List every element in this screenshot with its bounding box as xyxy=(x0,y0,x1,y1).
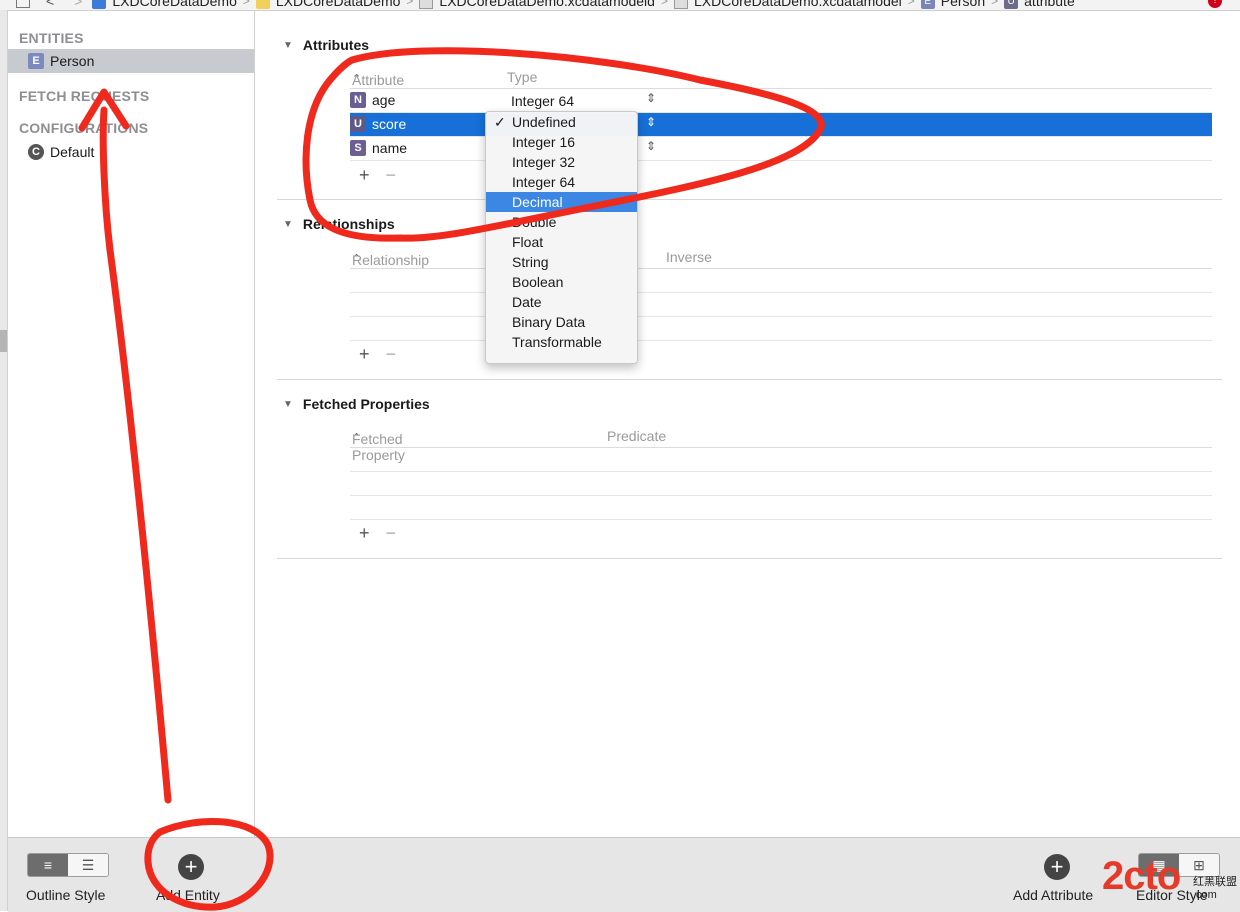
dropdown-option-undefined[interactable]: ✓ Undefined xyxy=(486,112,637,132)
outline-style-label: Outline Style xyxy=(26,887,106,903)
breadcrumb-item-person[interactable]: E Person xyxy=(920,0,985,10)
dropdown-option[interactable]: String xyxy=(486,252,637,272)
watermark-logo: 2cto xyxy=(1102,854,1181,898)
outline-style-segmented-control[interactable]: ≡ ☰ xyxy=(27,853,109,877)
relationships-table: Relationship ⌃ Inverse xyxy=(350,246,1212,341)
bottom-toolbar: ≡ ☰ Outline Style + Add Entity + Add Att… xyxy=(8,837,1240,912)
remove-relationship-minus-button[interactable]: − xyxy=(386,344,397,365)
breadcrumb-item-folder[interactable]: LXDCoreDataDemo xyxy=(255,0,400,10)
entities-heading: ENTITIES xyxy=(19,30,84,46)
type-dropdown-menu: ✓ Undefined Integer 16 Integer 32 Integer… xyxy=(485,111,638,364)
attributes-add-remove: + − xyxy=(359,165,396,186)
col-attribute[interactable]: Attribute ⌃ xyxy=(352,69,404,88)
breadcrumb-bar: < > LXDCoreDataDemo > LXDCoreDataDemo > … xyxy=(0,0,1240,11)
entity-icon: E xyxy=(920,0,935,10)
fetched-column-header: Fetched Property ⌃ Predicate xyxy=(350,425,1212,463)
dropdown-option[interactable]: Binary Data xyxy=(486,312,637,332)
dropdown-option[interactable]: Integer 64 xyxy=(486,172,637,192)
sidebar-item-person[interactable]: E Person xyxy=(8,49,254,73)
breadcrumb: < > LXDCoreDataDemo > LXDCoreDataDemo > … xyxy=(0,0,1075,10)
dropdown-option-decimal[interactable]: Decimal xyxy=(486,192,637,212)
col-fetched-property[interactable]: Fetched Property ⌃ xyxy=(352,428,405,463)
hierarchy-view-icon[interactable]: ☰ xyxy=(68,854,108,876)
project-icon xyxy=(92,0,107,10)
col-predicate[interactable]: Predicate xyxy=(607,428,666,444)
back-arrow-icon[interactable]: < xyxy=(46,0,54,9)
remove-attribute-minus-button[interactable]: − xyxy=(386,165,397,186)
watermark-subtext: 红黑联盟 .com xyxy=(1193,876,1237,901)
col-inverse[interactable]: Inverse xyxy=(666,249,712,265)
dropdown-option[interactable]: Float xyxy=(486,232,637,252)
stepper-icon[interactable]: ⇕ xyxy=(646,139,656,153)
add-fetched-property-plus-button[interactable]: + xyxy=(359,523,370,544)
sidebar-item-default[interactable]: C Default xyxy=(8,140,254,164)
string-type-icon: S xyxy=(350,140,366,156)
type-select[interactable]: Integer 64 xyxy=(511,93,574,109)
table-row[interactable]: Uscore ⇕ xyxy=(350,113,1212,137)
forward-arrow-icon[interactable]: > xyxy=(74,0,82,9)
dropdown-option[interactable]: Double xyxy=(486,212,637,232)
grid-icon[interactable] xyxy=(16,0,30,8)
attribute-icon: U xyxy=(1004,0,1019,10)
table-row[interactable]: Nage Integer 64 ⇕ xyxy=(350,89,1212,113)
remove-fetched-property-minus-button[interactable]: − xyxy=(386,523,397,544)
col-relationship[interactable]: Relationship ⌃ xyxy=(352,249,429,268)
fetched-add-remove: + − xyxy=(359,523,396,544)
configuration-icon: C xyxy=(28,144,44,160)
sidebar-item-label: Default xyxy=(50,144,95,160)
folder-icon xyxy=(255,0,270,10)
undefined-type-icon: U xyxy=(350,116,366,132)
add-attribute-label: Add Attribute xyxy=(1013,887,1094,903)
navigator-edge xyxy=(0,10,8,911)
add-entity-button[interactable]: + xyxy=(178,854,204,880)
table-row[interactable] xyxy=(350,496,1212,520)
number-type-icon: N xyxy=(350,92,366,108)
checkmark-icon: ✓ xyxy=(494,114,506,130)
breadcrumb-item-attribute[interactable]: Uattribute xyxy=(1004,0,1075,10)
dropdown-option[interactable]: Boolean xyxy=(486,272,637,292)
fetched-properties-table: Fetched Property ⌃ Predicate xyxy=(350,425,1212,520)
attributes-section-header[interactable]: ▼ Attributes xyxy=(283,37,369,53)
breadcrumb-item-xcdatamodeld[interactable]: LXDCoreDataDemo.xcdatamodeld xyxy=(419,0,655,10)
disclosure-triangle-icon[interactable]: ▼ xyxy=(283,219,293,230)
add-attribute-plus-button[interactable]: + xyxy=(359,165,370,186)
dropdown-option[interactable]: Integer 32 xyxy=(486,152,637,172)
breadcrumb-item-project[interactable]: LXDCoreDataDemo xyxy=(92,0,237,10)
relationships-add-remove: + − xyxy=(359,344,396,365)
attributes-table: Attribute ⌃ Type Nage Integer 64 ⇕ Uscor… xyxy=(350,66,1212,161)
add-relationship-plus-button[interactable]: + xyxy=(359,344,370,365)
add-attribute-button[interactable]: + xyxy=(1044,854,1070,880)
table-row[interactable] xyxy=(350,472,1212,496)
stepper-icon[interactable]: ⇕ xyxy=(646,91,656,105)
fetch-requests-heading: FETCH REQUESTS xyxy=(19,88,150,104)
add-entity-label: Add Entity xyxy=(156,887,220,903)
table-row[interactable] xyxy=(350,293,1212,317)
disclosure-triangle-icon[interactable]: ▼ xyxy=(283,40,293,51)
model-editor: ▼ Attributes Attribute ⌃ Type Nage Integ… xyxy=(255,11,1240,837)
file-icon xyxy=(673,0,688,10)
table-row[interactable]: Sname ⇕ xyxy=(350,137,1212,161)
list-view-icon[interactable]: ≡ xyxy=(28,854,68,876)
relationships-section-header[interactable]: ▼ Relationships xyxy=(283,216,395,232)
stepper-icon[interactable]: ⇕ xyxy=(646,115,656,129)
table-row[interactable] xyxy=(350,317,1212,341)
breadcrumb-item-xcdatamodel[interactable]: LXDCoreDataDemo.xcdatamodel xyxy=(673,0,902,10)
warning-icon[interactable]: ! xyxy=(1208,0,1222,8)
dropdown-option[interactable]: Transformable xyxy=(486,332,637,352)
fetched-properties-section-header[interactable]: ▼ Fetched Properties xyxy=(283,396,430,412)
relationships-column-header: Relationship ⌃ Inverse xyxy=(350,246,1212,269)
attributes-column-header: Attribute ⌃ Type xyxy=(350,66,1212,89)
file-icon xyxy=(419,0,434,10)
outline-sidebar: ENTITIES E Person FETCH REQUESTS CONFIGU… xyxy=(8,11,255,837)
disclosure-triangle-icon[interactable]: ▼ xyxy=(283,399,293,410)
dropdown-option[interactable]: Date xyxy=(486,292,637,312)
col-type[interactable]: Type xyxy=(507,69,537,85)
table-row[interactable] xyxy=(350,269,1212,293)
entity-icon: E xyxy=(28,53,44,69)
table-row[interactable] xyxy=(350,448,1212,472)
dropdown-option[interactable]: Integer 16 xyxy=(486,132,637,152)
configurations-heading: CONFIGURATIONS xyxy=(19,120,149,136)
sidebar-item-label: Person xyxy=(50,53,95,69)
